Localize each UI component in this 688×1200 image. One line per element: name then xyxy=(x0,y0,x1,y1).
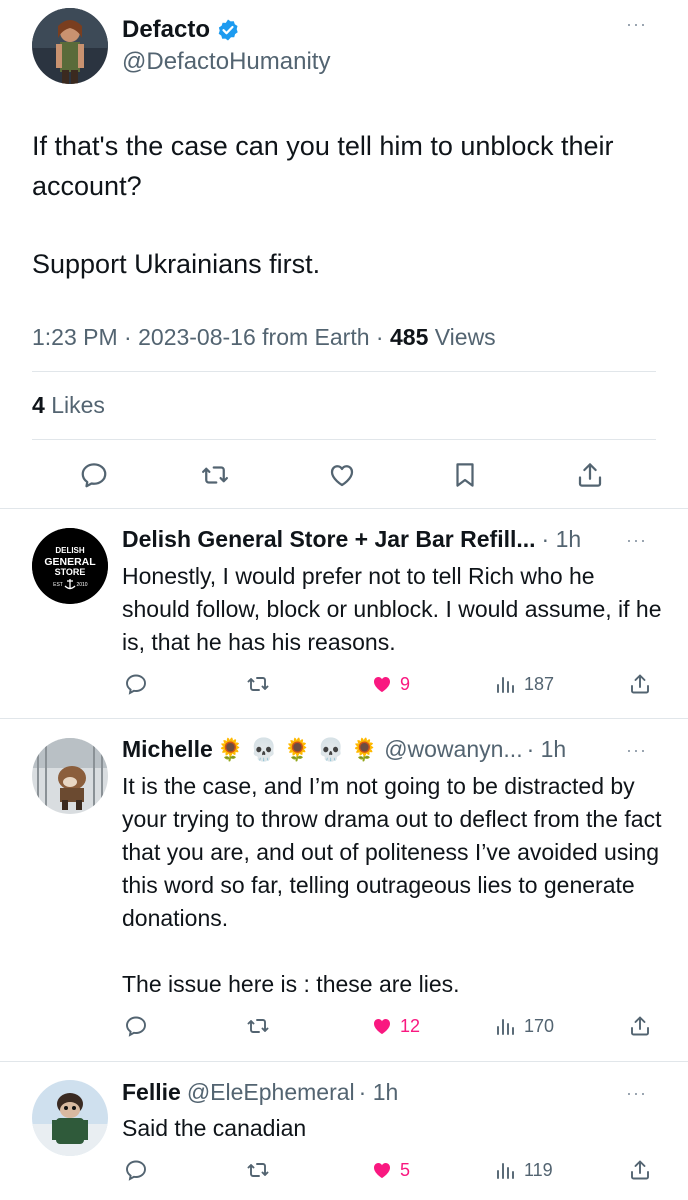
more-options-icon[interactable]: ··· xyxy=(626,740,647,761)
tweet-meta: 1:23 PM · 2023-08-16 from Earth · 485 Vi… xyxy=(32,324,496,350)
reply-icon xyxy=(126,674,146,695)
views-count: 485 xyxy=(389,324,429,350)
avatar-logo-text: DELISH xyxy=(55,546,85,555)
retweet-icon[interactable] xyxy=(200,460,230,490)
reply-author-name[interactable]: Delish General Store + Jar Bar Refill... xyxy=(122,526,536,553)
reply-author-handle[interactable]: @wowanyn... xyxy=(384,736,522,763)
heart-icon[interactable] xyxy=(327,460,357,490)
author-handle[interactable]: @DefactoHumanity xyxy=(122,48,330,76)
reply-avatar[interactable] xyxy=(32,1080,108,1156)
views-button[interactable]: 119 xyxy=(494,1158,553,1182)
divider xyxy=(32,439,656,440)
reply-avatar[interactable] xyxy=(32,738,108,814)
reply-button[interactable] xyxy=(124,1158,154,1182)
like-button[interactable]: 9 xyxy=(370,672,410,696)
reply-button[interactable] xyxy=(124,1014,154,1038)
reply-author-handle[interactable]: @EleEphemeral xyxy=(187,1079,355,1106)
reply-avatar[interactable]: DELISH GENERAL STORE EST 2010 xyxy=(32,528,108,604)
tweet-source: from Earth xyxy=(262,324,370,350)
views-label: Views xyxy=(434,324,496,350)
tweet-text-paragraph: If that's the case can you tell him to u… xyxy=(32,131,614,201)
share-icon xyxy=(631,1160,649,1180)
tweet-text-paragraph: Support Ukrainians first. xyxy=(32,249,321,279)
reply-button[interactable] xyxy=(124,672,154,696)
like-count: 5 xyxy=(400,1159,411,1180)
tweet-time[interactable]: 1:23 PM xyxy=(32,324,118,350)
view-count: 170 xyxy=(524,1015,555,1036)
retweet-button[interactable] xyxy=(246,1158,276,1182)
reply-icon xyxy=(126,1016,146,1037)
retweet-icon xyxy=(247,1019,269,1033)
view-count: 119 xyxy=(524,1159,553,1180)
reply-time[interactable]: · 1h xyxy=(359,1079,399,1106)
views-icon xyxy=(497,677,514,693)
reply-text: It is the case, and I’m not going to be … xyxy=(122,770,662,1034)
heart-filled-icon xyxy=(374,677,390,692)
share-icon[interactable] xyxy=(575,460,605,490)
reply-time[interactable]: · 1h xyxy=(527,736,567,763)
like-button[interactable]: 12 xyxy=(370,1014,420,1038)
divider xyxy=(0,508,688,509)
tweet-date[interactable]: 2023-08-16 xyxy=(138,324,256,350)
like-button[interactable]: 5 xyxy=(370,1158,410,1182)
reply-text-paragraph: Said the canadian xyxy=(122,1115,307,1141)
share-button[interactable] xyxy=(628,672,658,696)
reply-icon xyxy=(126,1160,146,1181)
more-options-icon[interactable]: ··· xyxy=(626,1083,647,1104)
reply-icon[interactable] xyxy=(79,460,109,490)
views-icon xyxy=(497,1019,514,1035)
avatar-logo-text: EST xyxy=(53,582,63,588)
name-emoji: 🌻 💀 🌻 💀 🌻 xyxy=(216,736,379,762)
tweet-text: If that's the case can you tell him to u… xyxy=(32,126,652,322)
likes-label: Likes xyxy=(51,392,105,418)
reply-text-paragraph: It is the case, and I’m not going to be … xyxy=(122,773,662,931)
views-button[interactable]: 170 xyxy=(494,1014,554,1038)
avatar-logo-text: 2010 xyxy=(76,582,87,588)
author-avatar[interactable] xyxy=(32,8,108,84)
reply-author-name[interactable]: Fellie xyxy=(122,1079,181,1106)
share-icon xyxy=(631,1016,649,1036)
verified-badge-icon xyxy=(216,18,240,42)
reply-text-paragraph: The issue here is : these are lies. xyxy=(122,971,460,997)
share-icon xyxy=(631,674,649,694)
bookmark-icon[interactable] xyxy=(450,460,480,490)
avatar-logo-text: STORE xyxy=(55,567,86,577)
divider xyxy=(0,1061,688,1062)
like-count: 12 xyxy=(400,1015,421,1036)
like-count: 9 xyxy=(400,673,411,694)
heart-filled-icon xyxy=(374,1163,390,1178)
views-button[interactable]: 187 xyxy=(494,672,554,696)
views-icon xyxy=(497,1163,514,1179)
heart-filled-icon xyxy=(374,1019,390,1034)
view-count: 187 xyxy=(524,673,555,694)
divider xyxy=(32,371,656,372)
share-button[interactable] xyxy=(628,1014,658,1038)
likes-summary[interactable]: 4 Likes xyxy=(32,392,105,419)
divider xyxy=(0,718,688,719)
reply-text-paragraph: Honestly, I would prefer not to tell Ric… xyxy=(122,563,662,655)
retweet-icon xyxy=(247,1163,269,1177)
more-options-icon[interactable]: ··· xyxy=(626,530,647,551)
likes-count: 4 xyxy=(32,392,45,418)
share-button[interactable] xyxy=(628,1158,658,1182)
reply-time[interactable]: · 1h xyxy=(542,526,582,553)
more-options-icon[interactable]: ··· xyxy=(626,14,647,35)
retweet-button[interactable] xyxy=(246,1014,276,1038)
retweet-icon xyxy=(247,677,269,691)
reply-author-name[interactable]: Michelle xyxy=(122,736,213,763)
author-name[interactable]: Defacto xyxy=(122,16,210,44)
retweet-button[interactable] xyxy=(246,672,276,696)
